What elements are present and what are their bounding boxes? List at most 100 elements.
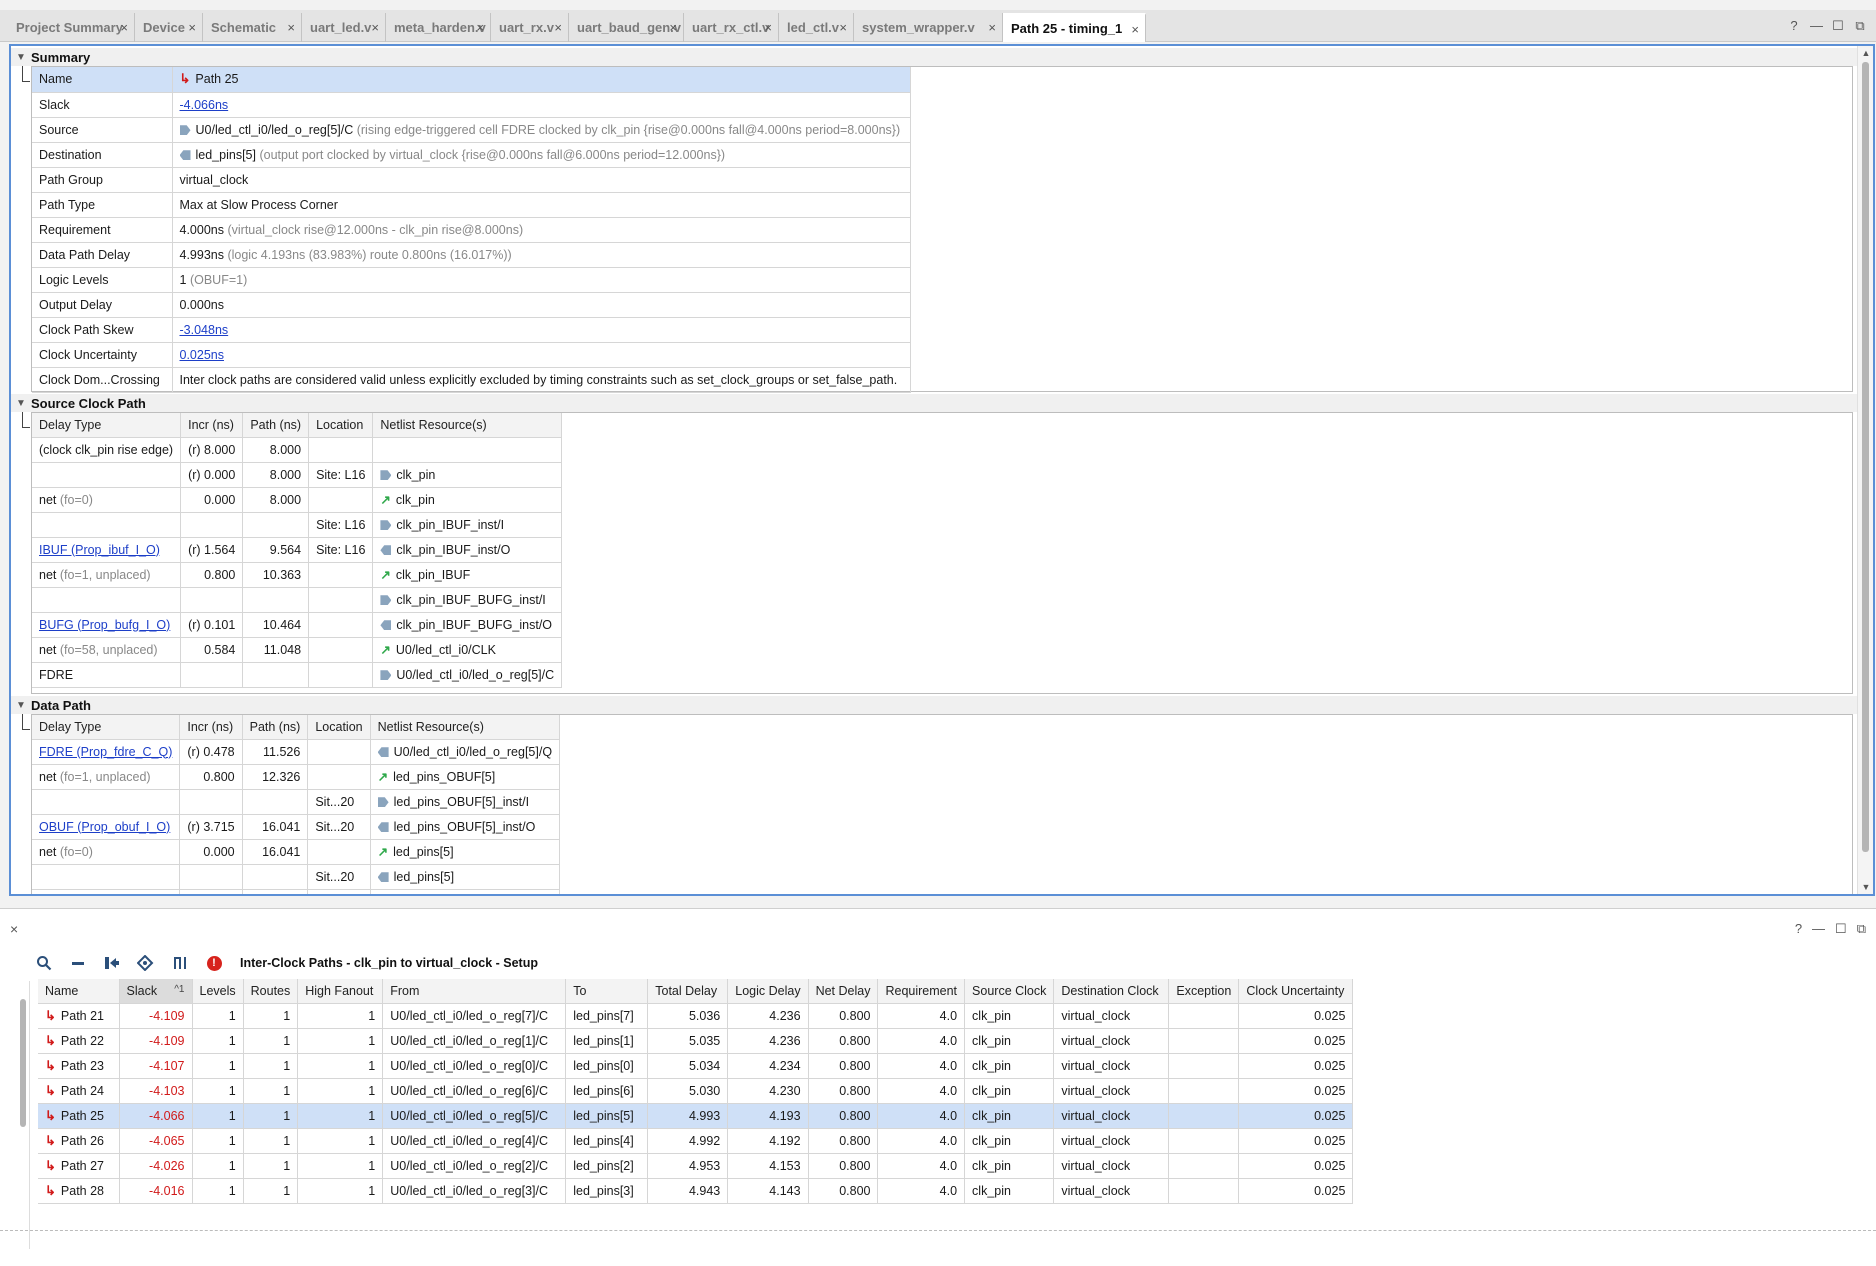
results-row[interactable]: ↳ Path 23 -4.107 1 1 1 U0/led_ctl_i0/led_o_reg…	[38, 1053, 1354, 1079]
column-header[interactable]: High Fanout	[297, 979, 384, 1004]
netlist-resource-cell[interactable]: led_pins_OBUF[5]_inst/I	[370, 789, 561, 815]
summary-row[interactable]: Clock Dom...Crossing Inter clock paths ar…	[32, 367, 911, 393]
path-row[interactable]: Site: L16 clk_pin_IBUF_inst/I	[32, 512, 563, 538]
netlist-resource-cell[interactable]: ↗ led_pins_OBUF[5]	[370, 764, 561, 790]
column-header[interactable]: Exception	[1168, 979, 1240, 1004]
netlist-resource-cell[interactable]: U0/led_ctl_i0/led_o_reg[5]/C	[372, 662, 563, 688]
column-header[interactable]: Routes	[243, 979, 299, 1004]
netlist-resource-cell[interactable]: led_pins_OBUF[5]_inst/O	[370, 814, 561, 840]
column-header[interactable]: Source Clock	[964, 979, 1055, 1004]
collapse-chevron-icon[interactable]: ▼	[11, 52, 31, 63]
netlist-resource-cell[interactable]: ↗ clk_pin_IBUF	[372, 562, 563, 588]
summary-row[interactable]: Name ↳ Path 25	[32, 67, 911, 93]
delay-type-cell[interactable]: IBUF (Prop_ibuf_I_O)	[32, 537, 182, 563]
path-row[interactable]: net (fo=0) 0.000 16.041 ↗ led_pins[5]	[32, 839, 561, 865]
help-icon[interactable]: ?	[1795, 921, 1802, 937]
path-row[interactable]: (r) 0.000 8.000 Site: L16 clk_pin	[32, 462, 563, 488]
results-row[interactable]: ↳ Path 28 -4.016 1 1 1 U0/led_ctl_i0/led_o_reg…	[38, 1178, 1354, 1204]
delay-type-cell[interactable]: OBUF (Prop_obuf_I_O)	[32, 814, 181, 840]
summary-row[interactable]: Data Path Delay 4.993ns (logic 4.193ns (8…	[32, 242, 911, 268]
column-header[interactable]: To	[565, 979, 649, 1004]
collapse-chevron-icon[interactable]: ▼	[11, 700, 31, 711]
summary-row[interactable]: Logic Levels 1 (OBUF=1)	[32, 267, 911, 293]
netlist-resource-cell[interactable]: ↗ led_pins[5]	[370, 839, 561, 865]
column-header[interactable]: Delay Type	[32, 413, 182, 438]
tab-project-summary[interactable]: Project Summary ×	[8, 13, 135, 42]
maximize-icon[interactable]: ☐	[1835, 921, 1847, 937]
column-header[interactable]: Clock Uncertainty	[1238, 979, 1354, 1004]
column-header[interactable]: From	[382, 979, 567, 1004]
report-scrollbar[interactable]: ▲ ▼	[1857, 46, 1873, 894]
results-vertical-scrollbar[interactable]	[16, 981, 30, 1249]
path-row[interactable]: FDRE (Prop_fdre_C_Q) (r) 0.478 11.526 U0/le…	[32, 739, 561, 765]
path-row[interactable]: net (fo=58, unplaced) 0.584 11.048 ↗ U0/led_…	[32, 637, 563, 663]
minimize-icon[interactable]: —	[1812, 921, 1825, 937]
netlist-resource-cell[interactable]: clk_pin	[372, 462, 563, 488]
tab-uart-rx-v[interactable]: uart_rx.v ×	[491, 13, 569, 42]
maximize-icon[interactable]: ☐	[1832, 18, 1844, 34]
path-row[interactable]: BUFG (Prop_bufg_I_O) (r) 0.101 10.464 clk_p…	[32, 612, 563, 638]
close-tab-icon[interactable]: ×	[988, 20, 996, 35]
delay-type-link[interactable]: BUFG (Prop_bufg_I_O)	[39, 618, 170, 632]
delay-type-cell[interactable]: BUFG (Prop_bufg_I_O)	[32, 612, 182, 638]
tab-system-wrapper-v[interactable]: system_wrapper.v ×	[854, 13, 1003, 42]
restore-icon[interactable]: ⧉	[1857, 921, 1866, 937]
close-tab-icon[interactable]: ×	[476, 20, 484, 35]
column-header[interactable]: Netlist Resource(s)	[370, 715, 561, 740]
delay-type-cell[interactable]: FDRE (Prop_fdre_C_Q)	[32, 739, 181, 765]
column-header[interactable]: Total Delay	[647, 979, 729, 1004]
close-tab-icon[interactable]: ×	[287, 20, 295, 35]
summary-row[interactable]: Requirement 4.000ns (virtual_clock rise@1…	[32, 217, 911, 243]
sort-ascending-icon[interactable]: ^1	[174, 984, 184, 995]
source-clock-path-header[interactable]: ▼ Source Clock Path	[11, 394, 1873, 412]
summary-row[interactable]: Clock Uncertainty 0.025ns	[32, 342, 911, 368]
path-row[interactable]: Sit...20 led_pins_OBUF[5]_inst/I	[32, 789, 561, 815]
netlist-resource-cell[interactable]: U0/led_ctl_i0/led_o_reg[5]/Q	[370, 739, 561, 765]
close-tab-icon[interactable]: ×	[669, 20, 677, 35]
netlist-resource-cell[interactable]: led_pins[5]	[370, 864, 561, 890]
summary-row[interactable]: Destination led_pins[5] (output port cloc…	[32, 142, 911, 168]
column-header[interactable]: Net Delay	[808, 979, 879, 1004]
summary-row[interactable]: Path Group virtual_clock	[32, 167, 911, 193]
delay-type-link[interactable]: FDRE (Prop_fdre_C_Q)	[39, 745, 172, 759]
tab-path-25-timing-1[interactable]: Path 25 - timing_1 ×	[1003, 13, 1146, 42]
tab-schematic[interactable]: Schematic ×	[203, 13, 302, 42]
column-header[interactable]: Logic Delay	[727, 979, 809, 1004]
netlist-resource-cell[interactable]: ↗ clk_pin	[372, 487, 563, 513]
tab-device[interactable]: Device ×	[135, 13, 203, 42]
path-row[interactable]: Sit...20 led_pins[5]	[32, 864, 561, 890]
results-row[interactable]: ↳ Path 26 -4.065 1 1 1 U0/led_ctl_i0/led_o_reg…	[38, 1128, 1354, 1154]
scroll-thumb[interactable]	[1862, 62, 1869, 852]
column-header[interactable]: Destination Clock	[1053, 979, 1170, 1004]
minimize-icon[interactable]: —	[1810, 18, 1823, 34]
path-row[interactable]: OBUF (Prop_obuf_I_O) (r) 3.715 16.041 Sit..…	[32, 814, 561, 840]
netlist-resource-cell[interactable]: clk_pin_IBUF_inst/O	[372, 537, 563, 563]
search-icon[interactable]	[30, 951, 58, 975]
delay-type-link[interactable]: OBUF (Prop_obuf_I_O)	[39, 820, 170, 834]
column-header[interactable]: Path (ns)	[242, 413, 310, 438]
column-header[interactable]: Location	[308, 413, 374, 438]
close-tab-icon[interactable]: ×	[371, 20, 379, 35]
netlist-resource-cell[interactable]: clk_pin_IBUF_inst/I	[372, 512, 563, 538]
path-row[interactable]: IBUF (Prop_ibuf_I_O) (r) 1.564 9.564 Site: …	[32, 537, 563, 563]
collapse-all-icon[interactable]	[64, 951, 92, 975]
restore-icon[interactable]: ⧉	[1854, 18, 1866, 34]
data-path-header[interactable]: ▼ Data Path	[11, 696, 1873, 714]
schematic-icon[interactable]	[166, 951, 194, 975]
close-tab-icon[interactable]: ×	[1131, 22, 1139, 37]
summary-row[interactable]: Output Delay 0.000ns	[32, 292, 911, 318]
column-header[interactable]: Path (ns)	[242, 715, 309, 740]
path-row[interactable]: Arrival Time 16.041	[32, 889, 561, 894]
column-header[interactable]: Levels	[192, 979, 244, 1004]
path-row[interactable]: net (fo=0) 0.000 8.000 ↗ clk_pin	[32, 487, 563, 513]
close-tab-icon[interactable]: ×	[839, 20, 847, 35]
results-row[interactable]: ↳ Path 22 -4.109 1 1 1 U0/led_ctl_i0/led_o_reg…	[38, 1028, 1354, 1054]
value-link[interactable]: 0.025ns	[180, 348, 224, 362]
export-icon[interactable]	[98, 951, 126, 975]
value-link[interactable]: -3.048ns	[180, 323, 229, 337]
tab-uart-baud-gen-v[interactable]: uart_baud_gen.v ×	[569, 13, 684, 42]
column-header[interactable]: Delay Type	[32, 715, 181, 740]
help-icon[interactable]: ?	[1788, 18, 1800, 34]
tab-led-ctl-v[interactable]: led_ctl.v ×	[779, 13, 854, 42]
column-header[interactable]: Slack ^1	[119, 979, 193, 1004]
